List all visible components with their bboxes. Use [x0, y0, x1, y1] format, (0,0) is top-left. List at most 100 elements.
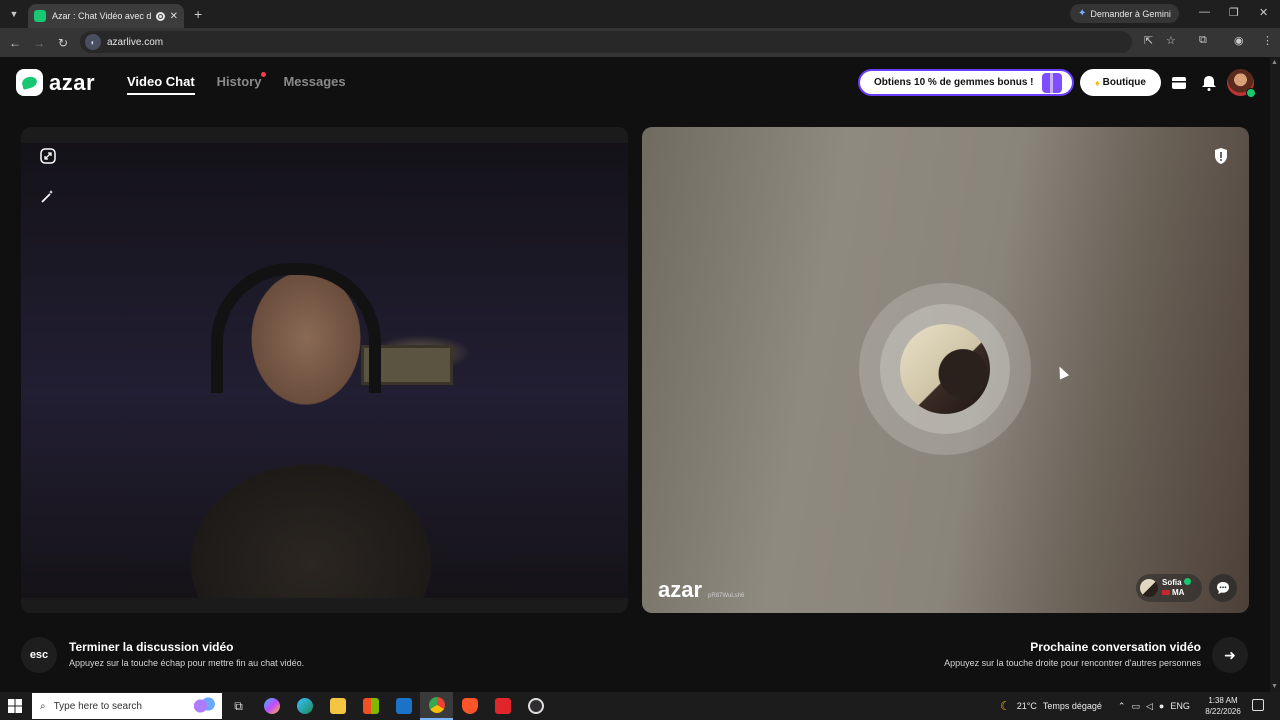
user-avatar[interactable] [1227, 69, 1256, 98]
forward-icon[interactable]: → [27, 36, 51, 50]
gift-icon [1042, 73, 1062, 93]
bonus-gems-promo-button[interactable]: Obtiens 10 % de gemmes bonus ! [858, 69, 1074, 96]
boutique-button[interactable]: ♦ Boutique [1080, 69, 1161, 96]
azar-watermark: azar pR87WuLsh6 [658, 577, 744, 603]
clock-date: 8/22/2026 [1205, 707, 1241, 716]
reload-icon[interactable]: ↻ [51, 36, 75, 50]
site-info-icon[interactable]: ◐ [85, 34, 101, 50]
restore-icon[interactable]: ❐ [1229, 6, 1239, 19]
partner-avatar [1140, 579, 1158, 597]
weather-temp[interactable]: 21°C [1017, 701, 1037, 711]
bookmark-star-icon[interactable]: ☆ [1166, 34, 1176, 47]
microsoft-store-icon[interactable] [354, 692, 387, 720]
verified-icon [1183, 578, 1191, 585]
tray-chevron-icon[interactable]: ⌃ [1118, 701, 1126, 712]
gemini-spark-icon: ✦ [1078, 8, 1087, 19]
azar-favicon-icon [34, 10, 46, 22]
promo-label: Obtiens 10 % de gemmes bonus ! [874, 77, 1034, 88]
local-video [21, 127, 628, 613]
browser-menu-icon[interactable]: ⋮ [1262, 34, 1273, 47]
magic-wand-icon[interactable] [37, 185, 59, 207]
azar-logo[interactable]: azar [16, 69, 95, 96]
gem-icon: ♦ [1095, 77, 1100, 88]
partner-badge[interactable]: Sofia MA [1136, 574, 1202, 602]
end-chat-hint: Terminer la discussion vidéo Appuyez sur… [69, 640, 304, 668]
outlook-icon[interactable] [387, 692, 420, 720]
notification-center-icon[interactable] [1252, 699, 1264, 711]
language-indicator[interactable]: ENG [1170, 701, 1190, 711]
weather-desc[interactable]: Temps dégagé [1043, 701, 1102, 711]
notification-dot [261, 72, 267, 77]
online-badge [1246, 88, 1256, 98]
person-headphones [211, 263, 381, 393]
search-highlight-icon [190, 696, 216, 716]
network-icon[interactable]: ▭ [1131, 701, 1140, 712]
page-scrollbar[interactable] [1270, 57, 1280, 692]
back-icon[interactable]: ← [3, 36, 27, 50]
arrow-right-icon: ➜ [1224, 646, 1236, 663]
chrome-icon[interactable] [420, 692, 453, 720]
clock[interactable]: 1:38 AM 8/22/2026 [1201, 695, 1245, 717]
remote-video: azar pR87WuLsh6 Sofia MA [642, 127, 1249, 613]
system-tray: ☾ 21°C Temps dégagé ⌃ ▭ ◁ ● ENG [1000, 692, 1190, 720]
next-chat-title: Prochaine conversation vidéo [1030, 640, 1201, 654]
minimize-icon[interactable]: — [1199, 6, 1210, 18]
end-chat-esc-button[interactable]: esc [21, 637, 57, 673]
url-text: azarlive.com [107, 36, 164, 48]
inbox-icon[interactable] [1170, 74, 1187, 91]
next-chat-subtitle: Appuyez sur la touche droite pour rencon… [944, 658, 1201, 668]
windows-taskbar: ⌕ Type here to search ⧉ ☾ 21°C Temps dég… [0, 692, 1280, 720]
main-nav: Video Chat History Messages [127, 72, 346, 95]
chat-bubble-button[interactable] [1209, 574, 1237, 602]
nav-history[interactable]: History [216, 72, 267, 95]
chat-bubble-icon [1217, 582, 1229, 594]
recording-icon [155, 11, 165, 21]
address-bar[interactable]: ◐ azarlive.com [80, 31, 1132, 53]
copilot-icon[interactable] [255, 692, 288, 720]
ask-gemini-button[interactable]: ✦ Demander à Gemini [1070, 4, 1179, 23]
task-view-icon[interactable]: ⧉ [222, 692, 255, 720]
end-chat-subtitle: Appuyez sur la touche échap pour mettre … [69, 658, 305, 668]
brave-icon[interactable] [453, 692, 486, 720]
windows-start-icon[interactable] [0, 692, 30, 720]
morocco-flag-icon [1162, 590, 1170, 596]
microphone-icon[interactable]: ● [1159, 701, 1164, 711]
bell-icon[interactable] [1200, 74, 1217, 91]
nav-messages[interactable]: Messages [283, 74, 345, 95]
azar-logo-icon [16, 69, 43, 96]
nav-video-chat[interactable]: Video Chat [127, 74, 195, 95]
moon-weather-icon: ☾ [1000, 699, 1011, 713]
boutique-label: Boutique [1102, 77, 1146, 88]
end-chat-title: Terminer la discussion vidéo [69, 640, 234, 654]
report-shield-icon[interactable] [1212, 147, 1230, 165]
tab-title: Azar : Chat Vidéo avec de n [52, 11, 151, 21]
watermark-code: pR87WuLsh6 [708, 593, 745, 599]
obs-icon[interactable] [519, 692, 552, 720]
edge-icon[interactable] [288, 692, 321, 720]
file-explorer-icon[interactable] [321, 692, 354, 720]
search-icon: ⌕ [40, 700, 46, 712]
volume-icon[interactable]: ◁ [1146, 701, 1153, 712]
tab-search-chevron-icon[interactable]: ▼ [4, 4, 24, 24]
local-camera-feed [21, 143, 628, 598]
expand-icon[interactable] [37, 145, 59, 167]
extensions-icon[interactable]: ⧉ [1199, 34, 1207, 47]
search-placeholder: Type here to search [53, 700, 142, 712]
clock-time: 1:38 AM [1208, 696, 1238, 705]
browser-tab[interactable]: Azar : Chat Vidéo avec de n ✕ [28, 4, 184, 28]
red-app-icon[interactable] [486, 692, 519, 720]
profile-icon[interactable]: ◉ [1234, 34, 1244, 47]
browser-toolbar: ← → ↻ ◐ azarlive.com [0, 28, 1280, 57]
cast-icon[interactable]: ⇱ [1144, 34, 1153, 47]
next-chat-hint: Prochaine conversation vidéo Appuyez sur… [944, 640, 1201, 668]
close-window-icon[interactable]: ✕ [1259, 6, 1268, 19]
close-tab-icon[interactable]: ✕ [170, 11, 178, 22]
partner-country: MA [1172, 588, 1185, 597]
new-tab-icon[interactable]: + [194, 6, 202, 22]
gemini-label: Demander à Gemini [1090, 8, 1171, 19]
taskbar-search-box[interactable]: ⌕ Type here to search [32, 693, 222, 719]
logo-text: azar [49, 69, 96, 95]
nav-history-label: History [216, 74, 262, 89]
next-chat-button[interactable]: ➜ [1212, 637, 1248, 673]
azar-app: azar Video Chat History Messages Obtiens… [0, 57, 1270, 692]
